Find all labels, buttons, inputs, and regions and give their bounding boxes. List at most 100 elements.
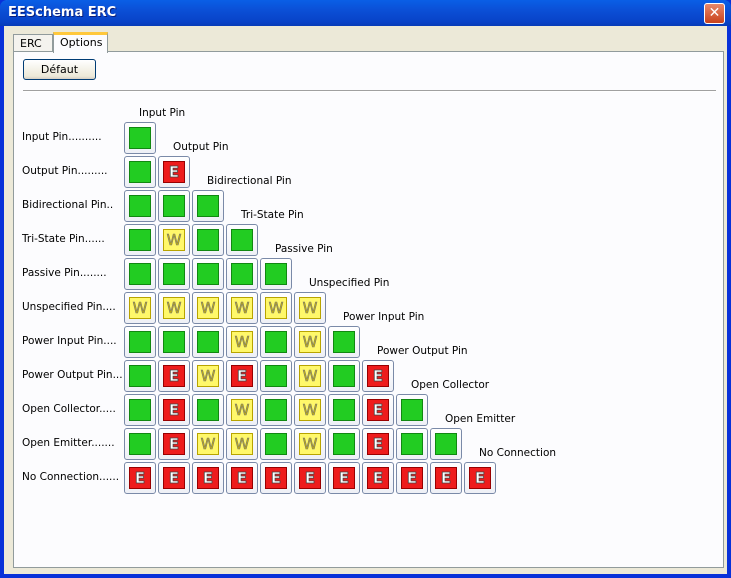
erc-matrix-cell[interactable]: W [226,326,258,358]
column-label: Open Emitter [445,413,516,425]
erc-matrix-cell[interactable] [158,258,190,290]
error-marker: E [367,433,389,455]
erc-matrix-cell[interactable] [124,156,156,188]
error-marker: E [299,467,321,489]
erc-matrix-cell[interactable] [260,326,292,358]
ok-marker [129,399,151,421]
erc-matrix-cell[interactable]: E [226,360,258,392]
warning-marker: W [299,297,321,319]
default-button[interactable]: Défaut [23,59,96,80]
erc-matrix-cell[interactable]: E [362,360,394,392]
erc-matrix-cell[interactable] [124,224,156,256]
erc-matrix-cell[interactable]: W [260,292,292,324]
erc-matrix-cell[interactable] [396,394,428,426]
ok-marker [401,433,423,455]
ok-marker [333,399,355,421]
erc-matrix-cell[interactable]: E [464,462,496,494]
erc-matrix-cell[interactable]: E [430,462,462,494]
erc-matrix-cell[interactable] [124,428,156,460]
erc-matrix-cell[interactable]: E [192,462,224,494]
erc-matrix-cell[interactable]: E [396,462,428,494]
erc-matrix-cell[interactable] [328,394,360,426]
erc-matrix-cell[interactable]: E [158,428,190,460]
erc-matrix-cell[interactable]: W [294,292,326,324]
erc-matrix-cell[interactable]: W [226,428,258,460]
erc-matrix-cell[interactable] [192,326,224,358]
erc-matrix-cell[interactable]: E [226,462,258,494]
tab-options[interactable]: Options [53,32,108,53]
erc-matrix-cell[interactable]: W [158,292,190,324]
error-marker: E [367,399,389,421]
column-label: No Connection [479,447,557,459]
ok-marker [333,365,355,387]
column-label: Power Input Pin [343,311,425,323]
error-marker: E [231,467,253,489]
ok-marker [129,195,151,217]
warning-marker: W [231,297,253,319]
erc-matrix-cell[interactable] [226,258,258,290]
erc-matrix-cell[interactable] [124,394,156,426]
title-bar[interactable]: EESchema ERC ✕ [0,0,731,26]
erc-matrix-cell[interactable] [124,258,156,290]
erc-matrix-cell[interactable]: W [192,428,224,460]
ok-marker [265,263,287,285]
erc-matrix-cell[interactable] [260,428,292,460]
erc-matrix-cell[interactable] [192,258,224,290]
erc-matrix-cell[interactable]: E [124,462,156,494]
erc-matrix-cell[interactable] [226,224,258,256]
erc-matrix-cell[interactable]: E [294,462,326,494]
ok-marker [197,229,219,251]
erc-matrix-cell[interactable] [124,326,156,358]
erc-matrix-cell[interactable]: W [158,224,190,256]
erc-matrix-cell[interactable] [430,428,462,460]
erc-matrix-cell[interactable]: W [124,292,156,324]
row-label: Passive Pin........ [22,267,107,279]
erc-matrix-cell[interactable] [158,190,190,222]
erc-matrix-cell[interactable]: E [158,394,190,426]
erc-matrix-cell[interactable]: E [328,462,360,494]
erc-matrix-cell[interactable]: E [362,428,394,460]
erc-matrix-cell[interactable]: E [362,462,394,494]
tab-erc[interactable]: ERC [13,34,53,52]
erc-matrix-cell[interactable]: W [192,360,224,392]
error-marker: E [333,467,355,489]
erc-matrix-cell[interactable]: E [158,462,190,494]
row-label: Power Input Pin.... [22,335,117,347]
options-panel: Défaut Input Pin.......... Input Pin Outpu… [13,51,724,568]
erc-matrix-cell[interactable]: E [158,360,190,392]
erc-matrix-cell[interactable] [396,428,428,460]
erc-matrix-cell[interactable]: W [294,326,326,358]
erc-matrix-cell[interactable] [260,360,292,392]
erc-matrix-cell[interactable] [192,394,224,426]
erc-matrix-cell[interactable]: W [294,394,326,426]
ok-marker [265,365,287,387]
erc-matrix-cell[interactable] [192,224,224,256]
erc-matrix-cell[interactable]: E [362,394,394,426]
erc-matrix-cell[interactable]: W [192,292,224,324]
erc-matrix-cell[interactable] [124,122,156,154]
erc-matrix-cell[interactable]: W [294,428,326,460]
erc-matrix-cell[interactable]: E [260,462,292,494]
erc-matrix-cell[interactable] [124,190,156,222]
warning-marker: W [197,365,219,387]
erc-matrix-cell[interactable] [158,326,190,358]
ok-marker [197,263,219,285]
erc-matrix-cell[interactable] [328,428,360,460]
erc-matrix-cell[interactable]: W [294,360,326,392]
erc-matrix-cell[interactable] [260,394,292,426]
erc-matrix-cell[interactable] [192,190,224,222]
erc-matrix-cell[interactable] [328,326,360,358]
erc-matrix-cell[interactable]: W [226,394,258,426]
ok-marker [129,331,151,353]
ok-marker [197,195,219,217]
erc-matrix-cell[interactable]: E [158,156,190,188]
row-label: No Connection...... [22,471,120,483]
row-label: Open Emitter....... [22,437,115,449]
erc-matrix-cell[interactable] [260,258,292,290]
ok-marker [163,263,185,285]
erc-matrix-cell[interactable]: W [226,292,258,324]
column-label: Passive Pin [275,243,333,255]
close-button[interactable]: ✕ [704,3,725,24]
erc-matrix-cell[interactable] [328,360,360,392]
erc-matrix-cell[interactable] [124,360,156,392]
